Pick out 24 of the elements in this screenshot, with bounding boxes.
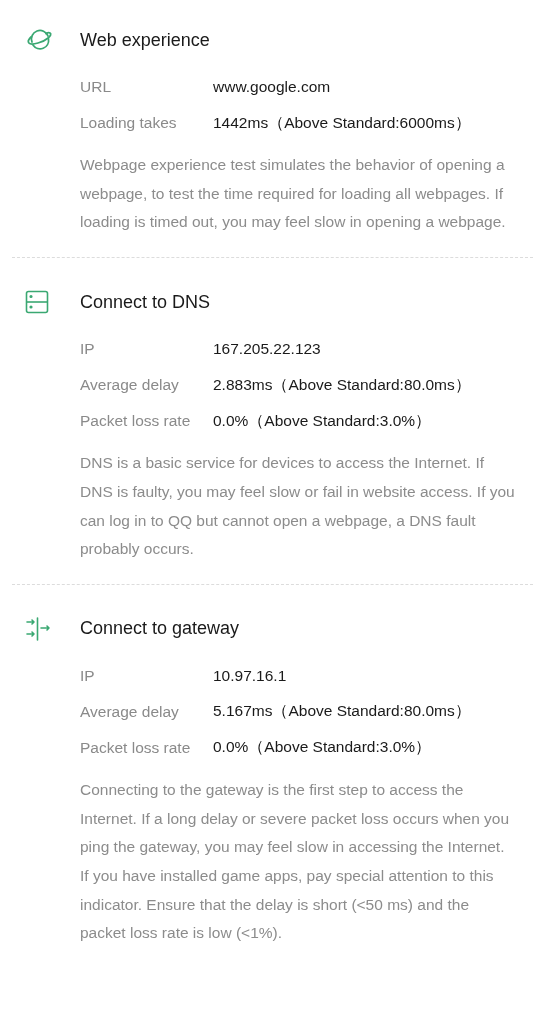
field-label: Average delay xyxy=(80,702,180,721)
field-label: IP xyxy=(80,666,96,685)
field-label: IP xyxy=(80,340,96,359)
field-label: URL xyxy=(80,78,112,96)
description-text: DNS is a basic service for devices to access the Internet. If DNS is faulty, you may feel slow or fail in website access. If you can log in to QQ but cannot open a webpage, a DNS fault probably occurs. xyxy=(80,453,515,560)
field-value: 2.883ms（Above Standard:80.0ms） xyxy=(213,374,471,395)
field-value: 5.167ms（Above Standard:80.0ms） xyxy=(213,701,471,722)
section-title: Connect to gateway xyxy=(80,618,240,640)
field-value: 0.0%（Above Standard:3.0%） xyxy=(213,737,432,758)
description-text: Webpage experience test simulates the behavior of opening a webpage, to test the time required for loading all webpages. If loading is timed out, you may feel slow in opening a webpage. xyxy=(80,155,507,233)
field-value: 167.205.22.123 xyxy=(213,340,321,359)
arrows-icon xyxy=(25,616,51,641)
field-value: www.google.com xyxy=(213,78,331,96)
description-text: Connecting to the gateway is the first step to access the Internet. If a long delay or severe packet loss occurs when you ping the gateway, you may feel slow in accessing the Internet. If you have installed game apps, pay special attention to this indicator. Ensure that the delay is short (<50 ms) and the packet loss rate is low (<1%). xyxy=(80,779,511,944)
field-value: 1442ms（Above Standard:6000ms） xyxy=(213,112,471,133)
server-icon xyxy=(25,290,49,315)
section-title: Web experience xyxy=(80,29,210,51)
field-label: Average delay xyxy=(80,376,180,395)
field-value: 10.97.16.1 xyxy=(213,666,287,685)
field-label: Loading takes xyxy=(80,114,178,132)
section-title: Connect to DNS xyxy=(80,291,211,313)
field-value: 0.0%（Above Standard:3.0%） xyxy=(213,410,432,431)
field-label: Packet loss rate xyxy=(80,412,192,431)
field-label: Packet loss rate xyxy=(80,738,192,757)
